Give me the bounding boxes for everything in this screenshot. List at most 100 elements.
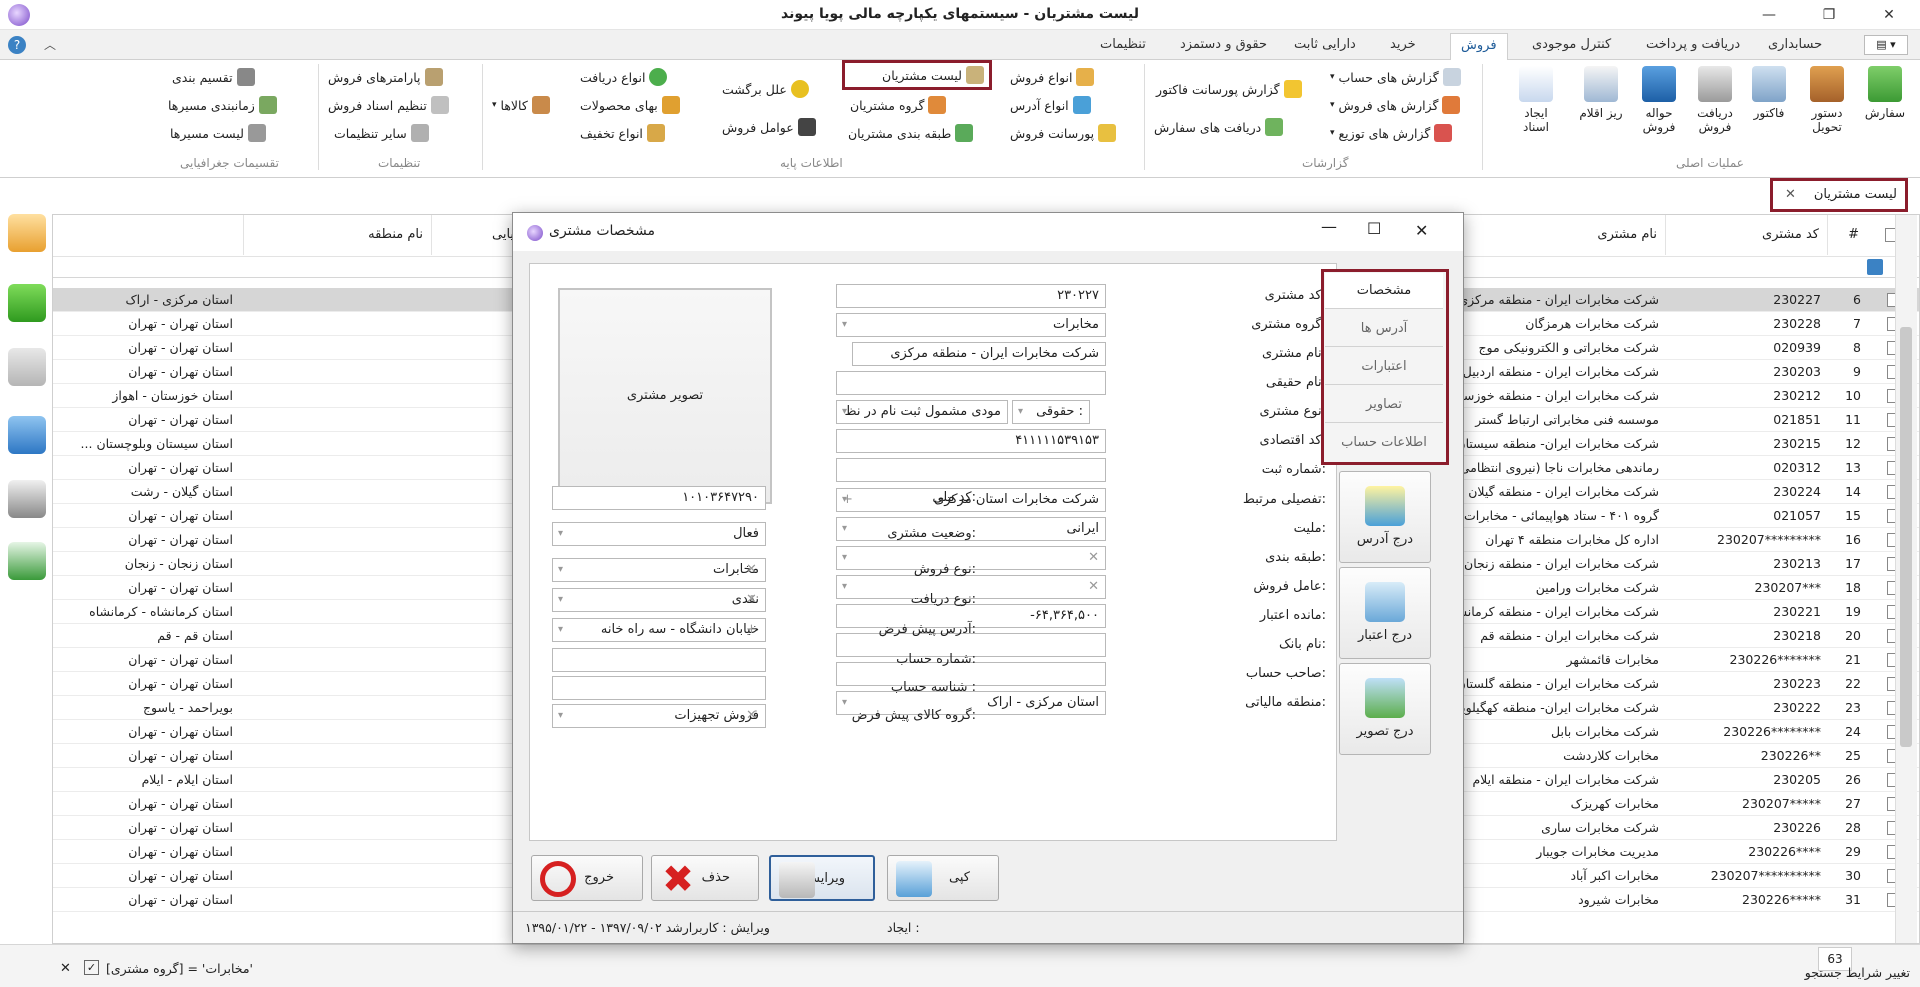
close-tab-icon[interactable]: ✕ xyxy=(1785,181,1796,209)
add-icon[interactable] xyxy=(8,284,46,322)
tab-credits[interactable]: اعتبارات xyxy=(1325,349,1443,385)
scrollbar-thumb[interactable] xyxy=(1900,327,1912,747)
filter-icon[interactable] xyxy=(1867,259,1883,275)
customer-groups-button[interactable]: گروه مشتریان xyxy=(850,94,947,116)
product-prices-button[interactable]: بهای محصولات xyxy=(580,94,680,116)
field-right-6[interactable] xyxy=(836,458,1106,482)
tab-accounting[interactable]: حسابداری xyxy=(1768,37,1822,52)
taxpayer-status-select[interactable]: ▾ مودی مشمول ثبت نام در نظ xyxy=(836,400,1008,424)
tab-addresses[interactable]: آدرس ها xyxy=(1325,311,1443,347)
customer-image-box[interactable]: تصویر مشتری xyxy=(558,288,772,504)
delete-button[interactable]: ✖ حذف xyxy=(651,855,759,901)
clear-icon[interactable]: ✕ xyxy=(1088,547,1099,569)
exit-button[interactable]: خروج xyxy=(531,855,643,901)
field-right-5[interactable]: ۴۱۱۱۱۱۵۳۹۱۵۳ xyxy=(836,429,1106,453)
field-left-4[interactable]: ▾ خیابان دانشگاه - سه راه خانه + xyxy=(552,618,766,642)
document-tab-customer-list[interactable]: لیست مشتریان ✕ xyxy=(1770,178,1908,212)
print-icon[interactable] xyxy=(8,480,46,518)
vertical-scrollbar[interactable] xyxy=(1895,215,1917,943)
division-button[interactable]: تقسیم بندی xyxy=(172,66,255,88)
route-list-button[interactable]: لیست مسیرها xyxy=(170,122,266,144)
route-scheduling-button[interactable]: زمانبندی مسیرها xyxy=(168,94,277,116)
edit-button[interactable]: ویرایش xyxy=(769,855,875,901)
column-header-code[interactable]: کد مشتری xyxy=(1665,215,1827,255)
label-right-4: نوع مشتری: xyxy=(1259,404,1326,419)
field-right-2[interactable]: شرکت مخابرات ایران - منطقه مرکزی xyxy=(852,342,1106,366)
insert-address-button[interactable]: درج آدرس xyxy=(1339,471,1431,563)
tab-inventory[interactable]: کنترل موجودی xyxy=(1532,37,1611,52)
clear-filter-icon[interactable]: ✕ xyxy=(60,961,71,976)
invoice-commission-report-button[interactable]: گزارش پورسانت فاکتور xyxy=(1156,78,1302,100)
field-right-0[interactable]: ۲۳۰۲۲۷ xyxy=(836,284,1106,308)
item-details-button[interactable]: ریز اقلام xyxy=(1578,64,1624,154)
distribution-reports-button[interactable]: گزارش های توزیع ▾ xyxy=(1330,122,1453,144)
clear-icon[interactable]: ✕ xyxy=(1088,576,1099,598)
receipt-types-button[interactable]: انواع دریافت xyxy=(580,66,668,88)
maximize-window-icon[interactable]: ❐ xyxy=(1806,0,1852,30)
tab-receipts-payments[interactable]: دریافت و پرداخت xyxy=(1646,37,1740,52)
sales-reports-button[interactable]: گزارش های فروش ▾ xyxy=(1330,94,1461,116)
tab-settings[interactable]: تنظیمات xyxy=(1100,37,1146,52)
field-right-3[interactable] xyxy=(836,371,1106,395)
sales-remittance-button[interactable]: حواله فروش xyxy=(1636,64,1682,154)
clear-icon[interactable]: ✕ xyxy=(746,705,757,727)
tab-payroll[interactable]: حقوق و دستمزد xyxy=(1180,37,1267,52)
edit-icon[interactable] xyxy=(8,348,46,386)
account-reports-button[interactable]: گزارش های حساب ▾ xyxy=(1330,66,1461,88)
tab-details[interactable]: مشخصات xyxy=(1325,273,1443,309)
tab-fixed-assets[interactable]: دارایی ثابت xyxy=(1294,37,1356,52)
sales-parameters-button[interactable]: پارامترهای فروش xyxy=(328,66,443,88)
field-left-3[interactable]: ▾ نقدی ✕ xyxy=(552,588,766,612)
minimize-window-icon[interactable]: — xyxy=(1746,0,1792,30)
insert-credit-button[interactable]: درج اعتبار xyxy=(1339,567,1431,659)
change-search-link[interactable]: تغییر شرایط جستجو xyxy=(1780,965,1910,980)
delivery-order-button[interactable]: دستور تحویل xyxy=(1804,64,1850,154)
customer-list-button[interactable]: لیست مشتریان xyxy=(842,60,992,90)
clear-icon[interactable]: ✕ xyxy=(746,559,757,581)
field-left-1[interactable]: ▾ فعال xyxy=(552,522,766,546)
filter-enabled-checkbox[interactable]: ✓ xyxy=(84,960,99,975)
field-left-7[interactable]: ▾ فروش تجهیزات ✕ xyxy=(552,704,766,728)
field-left-2[interactable]: ▾ مخابرات ✕ xyxy=(552,558,766,582)
insert-image-button[interactable]: درج تصویر xyxy=(1339,663,1431,755)
tab-images[interactable]: تصاویر xyxy=(1325,387,1443,423)
tab-account-info[interactable]: اطلاعات حساب xyxy=(1325,425,1443,461)
collapse-ribbon-icon[interactable]: ︿ xyxy=(44,36,56,53)
other-settings-button[interactable]: سایر تنظیمات xyxy=(334,122,429,144)
excel-export-icon[interactable] xyxy=(8,542,46,580)
sales-commission-button[interactable]: پورسانت فروش xyxy=(1010,122,1117,144)
tab-sales[interactable]: فروش xyxy=(1450,33,1508,61)
discount-types-button[interactable]: انواع تخفیف xyxy=(580,122,665,144)
sales-docs-setup-button[interactable]: تنظیم اسناد فروش xyxy=(328,94,449,116)
field-left-0[interactable]: ۱۰۱۰۳۶۴۷۲۹۰ xyxy=(552,486,766,510)
dialog-close-icon[interactable]: ✕ xyxy=(1415,221,1428,240)
tab-purchase[interactable]: خرید xyxy=(1390,37,1416,52)
field-left-6[interactable] xyxy=(552,676,766,700)
copy-button[interactable]: کپی xyxy=(887,855,999,901)
column-header-region[interactable]: نام منطقه xyxy=(243,215,431,255)
customer-classification-button[interactable]: طبقه بندی مشتریان xyxy=(848,122,974,144)
help-icon[interactable]: ? xyxy=(8,36,26,54)
create-documents-button[interactable]: ایجاد اسناد xyxy=(1510,64,1562,154)
dialog-maximize-icon[interactable]: ☐ xyxy=(1367,219,1381,238)
order-receipts-button[interactable]: دریافت های سفارش xyxy=(1154,116,1284,138)
clear-icon[interactable]: ✕ xyxy=(746,589,757,611)
dialog-minimize-icon[interactable]: — xyxy=(1321,217,1337,236)
column-header-num[interactable]: # xyxy=(1827,215,1867,255)
close-window-icon[interactable]: ✕ xyxy=(1866,0,1912,30)
customer-type-select[interactable]: ▾ حقوقی : xyxy=(1012,400,1090,424)
sales-agents-button[interactable]: عوامل فروش xyxy=(722,116,816,138)
plus-icon[interactable]: + xyxy=(746,619,757,641)
sales-types-button[interactable]: انواع فروش xyxy=(1010,66,1095,88)
order-button[interactable]: سفارش xyxy=(1862,64,1908,154)
invoice-button[interactable]: فاکتور xyxy=(1746,64,1792,154)
quick-access-icon[interactable]: ▤ ▾ xyxy=(1864,35,1908,55)
goods-button[interactable]: کالاها ▾ xyxy=(492,94,550,116)
sales-receipt-button[interactable]: دریافت فروش xyxy=(1692,64,1738,154)
return-reasons-button[interactable]: علل برگشت xyxy=(722,78,809,100)
field-right-1[interactable]: ▾ مخابرات xyxy=(836,313,1106,337)
field-left-5[interactable] xyxy=(552,648,766,672)
swap-arrows-icon[interactable] xyxy=(8,214,46,252)
address-types-button[interactable]: انواع آدرس xyxy=(1010,94,1091,116)
refresh-icon[interactable] xyxy=(8,416,46,454)
